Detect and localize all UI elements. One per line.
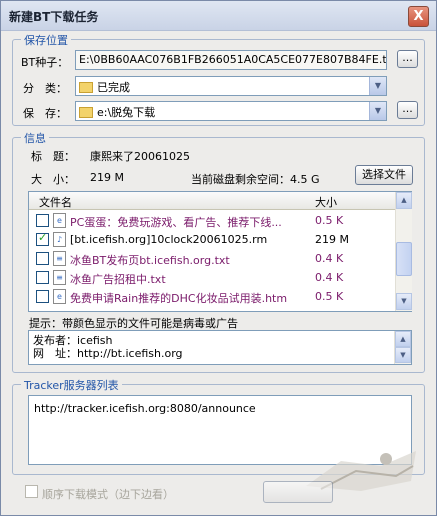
file-checkbox[interactable] xyxy=(36,252,49,265)
title-bar[interactable]: 新建BT下载任务 X xyxy=(1,1,436,31)
column-filename[interactable]: 文件名 xyxy=(39,194,72,210)
text-file-icon: ≡ xyxy=(53,251,66,266)
file-row[interactable]: e 免费申请Rain推荐的DHC化妆品试用装.htm 0.5 K xyxy=(29,287,395,306)
file-row[interactable]: e PC蛋蛋：免费玩游戏、看广告、推荐下线... 0.5 K xyxy=(29,211,395,230)
save-location-title: 保存位置 xyxy=(21,32,71,48)
tracker-entry: http://tracker.icefish.org:8080/announce xyxy=(34,402,256,415)
sequential-download-checkbox[interactable] xyxy=(25,485,38,498)
web-page-icon: e xyxy=(53,289,66,304)
tracker-title: Tracker服务器列表 xyxy=(21,377,122,393)
category-value: 已完成 xyxy=(97,81,130,94)
sequential-download-label: 顺序下载模式（边下边看） xyxy=(42,488,174,501)
file-name: [bt.icefish.org]10clock20061025.rm xyxy=(70,233,268,246)
publisher-line: 发布者：icefish xyxy=(33,334,113,347)
browse-save-button[interactable]: ... xyxy=(397,101,418,119)
scroll-up-icon[interactable]: ▲ xyxy=(396,192,412,209)
folder-icon xyxy=(79,82,93,93)
size-value: 219 M xyxy=(90,171,124,184)
virus-hint: 提示：带颜色显示的文件可能是病毒或广告 xyxy=(29,317,238,330)
file-row[interactable]: ♪ [bt.icefish.org]10clock20061025.rm 219 M xyxy=(29,230,395,249)
category-select[interactable]: 已完成 ▼ xyxy=(75,76,387,96)
info-scrollbar[interactable]: ▲ ▼ xyxy=(394,331,411,364)
chevron-down-icon[interactable]: ▼ xyxy=(369,77,386,95)
folder-icon xyxy=(79,107,93,118)
text-file-icon: ≡ xyxy=(53,270,66,285)
url-line: 网 址：http://bt.icefish.org xyxy=(33,347,183,360)
torrent-path-field[interactable]: E:\0BB60AAC076B1FB266051A0CA5CE077E807B8… xyxy=(75,50,387,70)
save-path-select[interactable]: e:\脱兔下载 ▼ xyxy=(75,101,387,121)
save-path-label: 保 存： xyxy=(23,107,67,120)
publisher-info-box[interactable]: 发布者：icefish 网 址：http://bt.icefish.org ▲ … xyxy=(28,330,412,365)
media-file-icon: ♪ xyxy=(53,232,66,247)
title-value: 康熙来了20061025 xyxy=(90,150,190,163)
file-checkbox[interactable] xyxy=(36,271,49,284)
web-page-icon: e xyxy=(53,213,66,228)
scrollbar-thumb[interactable] xyxy=(396,242,412,276)
file-size: 0.4 K xyxy=(315,252,344,265)
file-list-scrollbar[interactable]: ▲ ▼ xyxy=(395,192,412,311)
dialog-title: 新建BT下载任务 xyxy=(9,10,99,24)
size-label: 大 小： xyxy=(31,173,75,186)
close-button[interactable]: X xyxy=(408,6,429,27)
file-list-header: 文件名 大小 xyxy=(29,192,395,210)
scroll-down-icon[interactable]: ▼ xyxy=(395,347,411,363)
file-size: 0.5 K xyxy=(315,214,344,227)
new-bt-task-dialog: 新建BT下载任务 X 保存位置 BT种子： E:\0BB60AAC076B1FB… xyxy=(0,0,437,516)
file-row[interactable]: ≡ 冰鱼BT发布页bt.icefish.org.txt 0.4 K xyxy=(29,249,395,268)
ok-button[interactable] xyxy=(263,481,333,503)
file-name: 冰鱼广告招租中.txt xyxy=(70,273,166,286)
browse-torrent-button[interactable]: ... xyxy=(397,50,418,68)
file-checkbox[interactable] xyxy=(36,290,49,303)
disk-space-label: 当前磁盘剩余空间：4.5 G xyxy=(191,173,320,186)
save-path-value: e:\脱兔下载 xyxy=(97,106,156,119)
column-size[interactable]: 大小 xyxy=(315,194,337,210)
file-name: 免费申请Rain推荐的DHC化妆品试用装.htm xyxy=(70,292,288,305)
info-title: 信息 xyxy=(21,130,49,146)
title-label: 标 题： xyxy=(31,150,75,163)
file-name: 冰鱼BT发布页bt.icefish.org.txt xyxy=(70,254,230,267)
file-list: 文件名 大小 e PC蛋蛋：免费玩游戏、看广告、推荐下线... 0.5 K ♪ [bt.… xyxy=(28,191,412,312)
torrent-label: BT种子： xyxy=(21,56,69,69)
file-size: 0.5 K xyxy=(315,290,344,303)
file-row[interactable]: ≡ 冰鱼广告招租中.txt 0.4 K xyxy=(29,268,395,287)
scroll-down-icon[interactable]: ▼ xyxy=(396,293,412,310)
file-size: 219 M xyxy=(315,233,349,246)
select-files-button[interactable]: 选择文件 xyxy=(355,165,413,185)
chevron-down-icon[interactable]: ▼ xyxy=(369,102,386,120)
category-label: 分 类： xyxy=(23,82,67,95)
file-checkbox[interactable] xyxy=(36,214,49,227)
file-name: PC蛋蛋：免费玩游戏、看广告、推荐下线... xyxy=(70,216,282,229)
file-size: 0.4 K xyxy=(315,271,344,284)
file-checkbox[interactable] xyxy=(36,231,49,246)
scroll-up-icon[interactable]: ▲ xyxy=(395,331,411,347)
